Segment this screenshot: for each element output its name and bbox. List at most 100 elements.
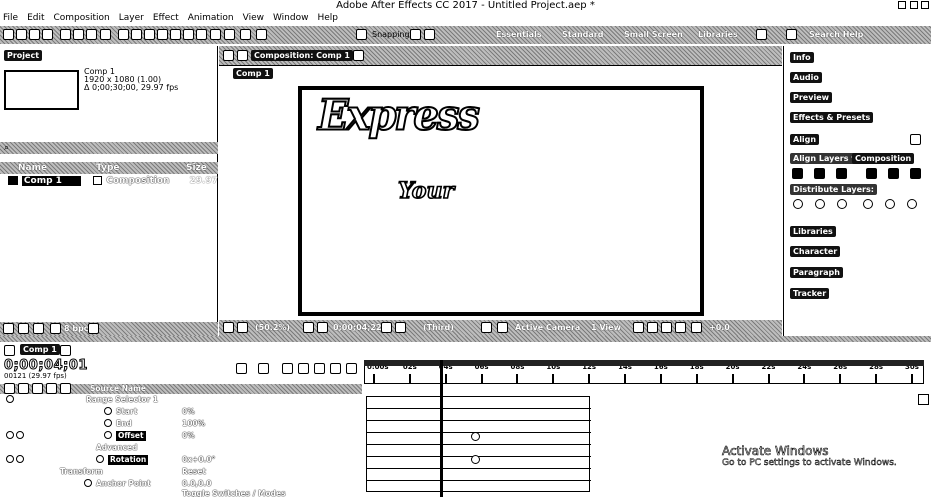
always-preview-icon[interactable] — [223, 322, 234, 333]
source-name-column[interactable]: Source Name — [90, 384, 146, 393]
menu-composition[interactable]: Composition — [54, 13, 110, 23]
new-folder-icon[interactable] — [18, 323, 29, 334]
view-axis-icon[interactable] — [256, 29, 267, 40]
menu-effect[interactable]: Effect — [153, 13, 179, 23]
panel-tracker[interactable]: Tracker — [790, 288, 830, 299]
list-item[interactable]: Comp 1 Composition 29.97 — [0, 174, 218, 187]
stopwatch-icon[interactable] — [104, 407, 112, 415]
panel-info[interactable]: Info — [790, 52, 814, 63]
menu-window[interactable]: Window — [273, 13, 309, 23]
eye-icon[interactable] — [6, 395, 14, 403]
distribute-left-icon[interactable] — [863, 199, 873, 209]
transparency-grid-icon[interactable] — [497, 322, 508, 333]
prop-advanced[interactable]: Advanced — [96, 443, 137, 453]
exposure-value[interactable]: +0.0 — [705, 323, 734, 334]
tab-timeline-comp[interactable]: Comp 1 — [20, 344, 60, 355]
rectangle-tool-icon[interactable] — [100, 29, 111, 40]
draft-3d-icon[interactable] — [282, 363, 293, 374]
reset-exposure-icon[interactable] — [691, 322, 702, 333]
panel-audio[interactable]: Audio — [790, 72, 822, 83]
panel-effects-presets[interactable]: Effects & Presets — [790, 112, 874, 123]
bpc-label[interactable]: 8 bpc — [64, 324, 89, 333]
align-bottom-icon[interactable] — [910, 168, 921, 179]
maximize-icon[interactable] — [910, 1, 918, 9]
close-icon[interactable] — [223, 50, 234, 61]
menu-view[interactable]: View — [243, 13, 264, 23]
close-icon[interactable] — [921, 1, 929, 9]
prop-anchor-point-value[interactable]: 0.0,0.0 — [182, 479, 211, 489]
panel-menu-icon[interactable] — [60, 345, 71, 356]
type-tool-icon[interactable] — [131, 29, 142, 40]
zoom-tool-icon[interactable] — [42, 29, 53, 40]
tab-project[interactable]: Project — [4, 50, 43, 61]
distribute-vcenter-icon[interactable] — [815, 199, 825, 209]
snapping-options-icon[interactable] — [410, 29, 421, 40]
interpret-footage-icon[interactable] — [3, 323, 14, 334]
column-size[interactable]: Size — [186, 163, 207, 173]
distribute-hcenter-icon[interactable] — [885, 199, 895, 209]
hand-tool-icon[interactable] — [29, 29, 40, 40]
audio-icon[interactable] — [18, 383, 29, 394]
prop-range-selector[interactable]: Range Selector 1 — [86, 395, 158, 405]
timeline-icon[interactable] — [661, 322, 672, 333]
keyframe-add-icon[interactable] — [16, 431, 24, 439]
workspace-libraries[interactable]: Libraries — [694, 30, 742, 41]
show-channel-icon[interactable] — [395, 322, 406, 333]
column-name[interactable]: Name — [18, 163, 47, 173]
column-type[interactable]: Type — [96, 163, 119, 173]
stopwatch-icon[interactable] — [84, 479, 92, 487]
keyframe-nav-icon[interactable] — [6, 455, 14, 463]
menu-file[interactable]: File — [3, 13, 18, 23]
panel-align[interactable]: Align — [790, 134, 820, 145]
panel-paragraph[interactable]: Paragraph — [790, 267, 843, 278]
solo-icon[interactable] — [32, 383, 43, 394]
panel-menu-icon[interactable] — [910, 134, 921, 145]
roto-brush-tool-icon[interactable] — [183, 29, 194, 40]
delete-icon[interactable] — [88, 323, 99, 334]
comp-mini-flowchart-icon[interactable] — [258, 363, 269, 374]
clone-stamp-tool-icon[interactable] — [157, 29, 168, 40]
align-target-dropdown[interactable]: Composition — [852, 153, 915, 164]
world-axis-icon[interactable] — [240, 29, 251, 40]
toggle-switches-modes[interactable]: Toggle Switches / Modes — [182, 489, 286, 497]
stopwatch-icon[interactable] — [104, 431, 112, 439]
workspace-standard[interactable]: Standard — [558, 30, 607, 41]
distribute-right-icon[interactable] — [907, 199, 917, 209]
layer-track-area[interactable] — [366, 396, 591, 492]
prop-rotation-value[interactable]: 0x+0.0° — [182, 455, 215, 465]
mask-visibility-icon[interactable] — [237, 322, 248, 333]
pen-tool-icon[interactable] — [118, 29, 129, 40]
graph-editor-icon[interactable] — [346, 363, 357, 374]
panel-character[interactable]: Character — [790, 246, 841, 257]
workspace-overflow-icon[interactable] — [756, 29, 767, 40]
keyframe-offset[interactable] — [471, 432, 480, 441]
label-icon[interactable] — [60, 383, 71, 394]
pan-behind-tool-icon[interactable] — [86, 29, 97, 40]
grid-icon[interactable] — [303, 322, 314, 333]
workspace-small-screen[interactable]: Small Screen — [620, 30, 687, 41]
scroll-right-icon[interactable] — [918, 394, 929, 405]
align-right-icon[interactable] — [836, 168, 847, 179]
lock-icon[interactable] — [46, 383, 57, 394]
home-icon[interactable] — [3, 29, 14, 40]
shy-layers-icon[interactable] — [298, 363, 309, 374]
search-icon[interactable] — [786, 29, 797, 40]
panel-libraries[interactable]: Libraries — [790, 226, 836, 237]
current-time-indicator[interactable] — [440, 360, 443, 497]
search-icon[interactable] — [236, 363, 247, 374]
minimize-icon[interactable] — [898, 1, 906, 9]
menu-help[interactable]: Help — [317, 13, 338, 23]
fast-previews-icon[interactable] — [647, 322, 658, 333]
snapping-label[interactable]: Snapping — [368, 30, 414, 41]
rotate-tool-icon[interactable] — [60, 29, 71, 40]
prop-transform-reset[interactable]: Reset — [182, 467, 206, 477]
camera-dropdown[interactable]: Active Camera — [511, 323, 584, 334]
prop-offset-value[interactable]: 0% — [182, 431, 195, 441]
prop-transform[interactable]: Transform — [60, 467, 103, 477]
snapping-checkbox-icon[interactable] — [356, 29, 367, 40]
distribute-bottom-icon[interactable] — [837, 199, 847, 209]
project-search-input[interactable]: ⌕ — [0, 142, 218, 154]
new-composition-icon[interactable] — [33, 323, 44, 334]
search-help-field[interactable]: Search Help — [805, 30, 867, 41]
current-time-display[interactable]: 0;00;04;01 — [4, 358, 88, 374]
